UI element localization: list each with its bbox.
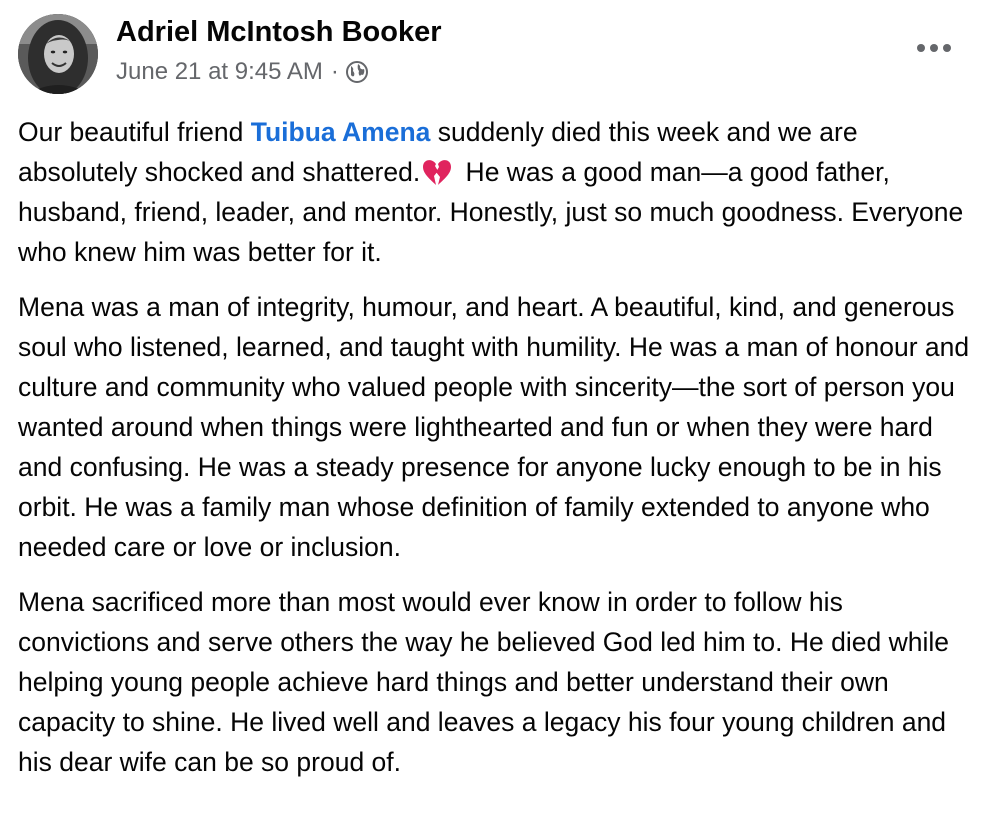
post-body: Our beautiful friend Tuibua Amena sudden… — [18, 112, 978, 797]
post-meta: June 21 at 9:45 AM · — [116, 58, 369, 86]
post-paragraph-1: Our beautiful friend Tuibua Amena sudden… — [18, 112, 978, 272]
post-paragraph-2: Mena was a man of integrity, humour, and… — [18, 292, 970, 562]
globe-icon[interactable] — [345, 60, 369, 84]
more-options-icon[interactable] — [912, 36, 956, 60]
meta-separator: · — [330, 58, 339, 85]
mention-link[interactable]: Tuibua Amena — [251, 117, 431, 147]
profile-photo — [18, 14, 98, 94]
author-name[interactable]: Adriel McIntosh Booker — [116, 16, 442, 49]
broken-heart-icon — [422, 157, 452, 185]
post-paragraph-3: Mena sacrificed more than most would eve… — [18, 587, 949, 777]
post-timestamp[interactable]: June 21 at 9:45 AM — [116, 58, 323, 86]
paragraph-1-intro: Our beautiful friend — [18, 117, 251, 147]
facebook-post: Adriel McIntosh Booker June 21 at 9:45 A… — [0, 0, 986, 836]
author-avatar[interactable] — [18, 14, 98, 94]
